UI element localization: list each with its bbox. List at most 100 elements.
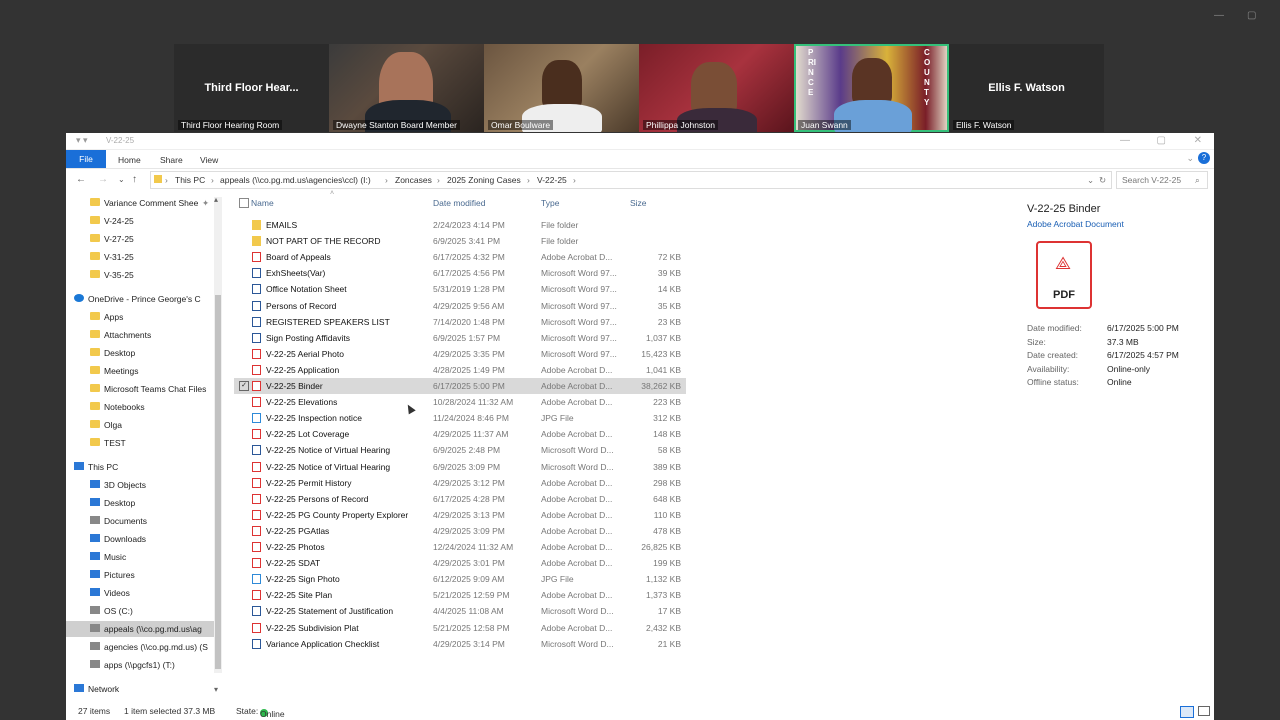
nav-item-label: Pictures — [104, 570, 135, 580]
file-row[interactable]: V-22-25 Notice of Virtual Hearing 6/9/202… — [234, 442, 686, 458]
file-row[interactable]: V-22-25 Notice of Virtual Hearing 6/9/202… — [234, 459, 686, 475]
large-icons-view-icon[interactable] — [1198, 706, 1210, 716]
nav-item[interactable]: This PC — [66, 459, 214, 475]
nav-item[interactable]: appeals (\\co.pg.md.us\ag — [66, 621, 214, 637]
nav-item[interactable]: Documents — [66, 513, 214, 529]
scroll-thumb[interactable] — [215, 295, 221, 669]
file-row[interactable]: Board of Appeals 6/17/2025 4:32 PM Adobe A… — [234, 249, 686, 265]
maximize-icon[interactable]: ▢ — [1157, 135, 1166, 146]
tab-view[interactable]: View — [200, 155, 218, 165]
up-icon[interactable]: ↑ — [132, 174, 137, 185]
breadcrumb-segment[interactable]: V-22-25 — [537, 175, 567, 185]
nav-scrollbar[interactable] — [214, 197, 222, 673]
chevron-down-icon[interactable]: ⌄ — [1087, 175, 1094, 186]
file-row[interactable]: REGISTERED SPEAKERS LIST 7/14/2020 1:48 P… — [234, 314, 686, 330]
tab-file[interactable]: File — [66, 150, 106, 168]
nav-item[interactable]: Desktop — [66, 495, 214, 511]
nav-item[interactable]: 3D Objects — [66, 477, 214, 493]
nav-item[interactable]: apps (\\pgcfs1) (T:) — [66, 657, 214, 673]
file-row[interactable]: V-22-25 Photos 12/24/2024 11:32 AM Adobe A… — [234, 539, 686, 555]
file-row[interactable]: V-22-25 Inspection notice 11/24/2024 8:46… — [234, 410, 686, 426]
search-box[interactable]: Search V-22-25 ⌕ — [1116, 171, 1208, 189]
back-icon[interactable]: ← — [76, 174, 86, 185]
nav-item[interactable]: Microsoft Teams Chat Files — [66, 381, 214, 397]
nav-item[interactable]: Olga — [66, 417, 214, 433]
breadcrumb-segment[interactable]: 2025 Zoning Cases — [447, 175, 521, 185]
tab-home[interactable]: Home — [118, 155, 141, 165]
file-row[interactable]: V-22-25 PG County Property Explorer 4/29/… — [234, 507, 686, 523]
nav-item[interactable]: Music — [66, 549, 214, 565]
column-header-type[interactable]: Type — [541, 198, 559, 208]
file-row[interactable]: V-22-25 Site Plan 5/21/2025 12:59 PM Adobe… — [234, 587, 686, 603]
close-icon[interactable]: ✕ — [1194, 135, 1202, 146]
forward-icon[interactable]: → — [98, 174, 108, 185]
file-row[interactable]: V-22-25 PGAtlas 4/29/2025 3:09 PM Adobe Ac… — [234, 523, 686, 539]
tab-share[interactable]: Share — [160, 155, 183, 165]
nav-item[interactable]: Pictures — [66, 567, 214, 583]
help-icon[interactable]: ? — [1198, 152, 1210, 164]
participant-tile[interactable]: Ellis F. Watson Ellis F. Watson — [949, 44, 1104, 132]
maximize-icon[interactable]: ▢ — [1247, 10, 1256, 21]
details-view-icon[interactable] — [1180, 706, 1194, 718]
address-bar[interactable]: › This PC › appeals (\\co.pg.md.us\agenc… — [150, 171, 1112, 189]
participant-video-tile[interactable]: PRINCE COUNTY Juan Swann — [794, 44, 949, 132]
select-all-checkbox[interactable] — [239, 198, 249, 208]
participant-video-tile[interactable]: Phillippa Johnston — [639, 44, 794, 132]
search-input[interactable]: Search V-22-25 — [1122, 175, 1181, 185]
nav-item[interactable]: agencies (\\co.pg.md.us) (S — [66, 639, 214, 655]
nav-item[interactable]: Downloads — [66, 531, 214, 547]
nav-item[interactable]: Desktop — [66, 345, 214, 361]
file-row[interactable]: ✓ V-22-25 Binder 6/17/2025 5:00 PM Adobe Ac… — [234, 378, 686, 394]
column-header-name[interactable]: Name — [251, 198, 274, 208]
breadcrumb-segment[interactable]: This PC — [175, 175, 205, 185]
chevron-down-icon[interactable]: ⌄ — [1186, 153, 1194, 164]
breadcrumb-segment[interactable]: Zoncases — [395, 175, 432, 185]
file-row[interactable]: V-22-25 Subdivision Plat 5/21/2025 12:58 … — [234, 620, 686, 636]
nav-item[interactable]: Variance Comment Shee ✦ — [66, 195, 214, 211]
minimize-icon[interactable]: — — [1214, 10, 1224, 21]
file-row[interactable]: Office Notation Sheet 5/31/2019 1:28 PM Mi… — [234, 281, 686, 297]
nav-item[interactable]: Attachments — [66, 327, 214, 343]
participant-tile[interactable]: Third Floor Hear... Third Floor Hearing … — [174, 44, 329, 132]
participant-video-tile[interactable]: Omar Boulware — [484, 44, 639, 132]
file-row[interactable]: V-22-25 Sign Photo 6/12/2025 9:09 AM JPG F… — [234, 571, 686, 587]
scroll-up-icon[interactable]: ▴ — [214, 195, 218, 204]
quick-access-icon[interactable]: ▾ ▾ — [76, 135, 88, 146]
file-row[interactable]: ExhSheets(Var) 6/17/2025 4:56 PM Microsoft… — [234, 265, 686, 281]
participant-video-tile[interactable]: Dwayne Stanton Board Member — [329, 44, 484, 132]
nav-item[interactable]: V-27-25 — [66, 231, 214, 247]
nav-item[interactable]: V-35-25 — [66, 267, 214, 283]
breadcrumb-segment[interactable]: appeals (\\co.pg.md.us\agencies\ccl) (I:… — [220, 175, 371, 185]
nav-item[interactable]: V-31-25 — [66, 249, 214, 265]
file-row[interactable]: V-22-25 Aerial Photo 4/29/2025 3:35 PM Mic… — [234, 346, 686, 362]
nav-item[interactable]: Network — [66, 681, 214, 697]
file-row[interactable]: V-22-25 Permit History 4/29/2025 3:12 PM A… — [234, 475, 686, 491]
nav-item[interactable]: Apps — [66, 309, 214, 325]
file-row[interactable]: V-22-25 Persons of Record 6/17/2025 4:28 … — [234, 491, 686, 507]
refresh-icon[interactable]: ↻ — [1099, 175, 1106, 186]
recent-locations-icon[interactable]: ⌄ — [118, 175, 125, 184]
nav-item[interactable]: V-24-25 — [66, 213, 214, 229]
file-row[interactable]: NOT PART OF THE RECORD 6/9/2025 3:41 PM Fi… — [234, 233, 686, 249]
nav-item[interactable]: OneDrive - Prince George's C — [66, 291, 214, 307]
file-row[interactable]: V-22-25 Lot Coverage 4/29/2025 11:37 AM Ad… — [234, 426, 686, 442]
nav-item[interactable]: Meetings — [66, 363, 214, 379]
scroll-down-icon[interactable]: ▾ — [214, 685, 218, 694]
file-name: V-22-25 Photos — [266, 542, 325, 552]
nav-item[interactable]: Videos — [66, 585, 214, 601]
column-header-date[interactable]: Date modified — [433, 198, 485, 208]
file-row[interactable]: Variance Application Checklist 4/29/2025 … — [234, 636, 686, 652]
row-checkbox[interactable]: ✓ — [239, 381, 249, 391]
file-row[interactable]: V-22-25 Elevations 10/28/2024 11:32 AM Ado… — [234, 394, 686, 410]
nav-item[interactable]: TEST — [66, 435, 214, 451]
column-header-size[interactable]: Size — [630, 198, 647, 208]
file-row[interactable]: EMAILS 2/24/2023 4:14 PM File folder — [234, 217, 686, 233]
file-row[interactable]: V-22-25 Application 4/28/2025 1:49 PM Adob… — [234, 362, 686, 378]
nav-item[interactable]: Notebooks — [66, 399, 214, 415]
file-row[interactable]: Persons of Record 4/29/2025 9:56 AM Micros… — [234, 298, 686, 314]
file-row[interactable]: V-22-25 Statement of Justification 4/4/20… — [234, 603, 686, 619]
file-row[interactable]: Sign Posting Affidavits 6/9/2025 1:57 PM M… — [234, 330, 686, 346]
minimize-icon[interactable]: — — [1120, 135, 1130, 146]
file-row[interactable]: V-22-25 SDAT 4/29/2025 3:01 PM Adobe Acrob… — [234, 555, 686, 571]
nav-item[interactable]: OS (C:) — [66, 603, 214, 619]
